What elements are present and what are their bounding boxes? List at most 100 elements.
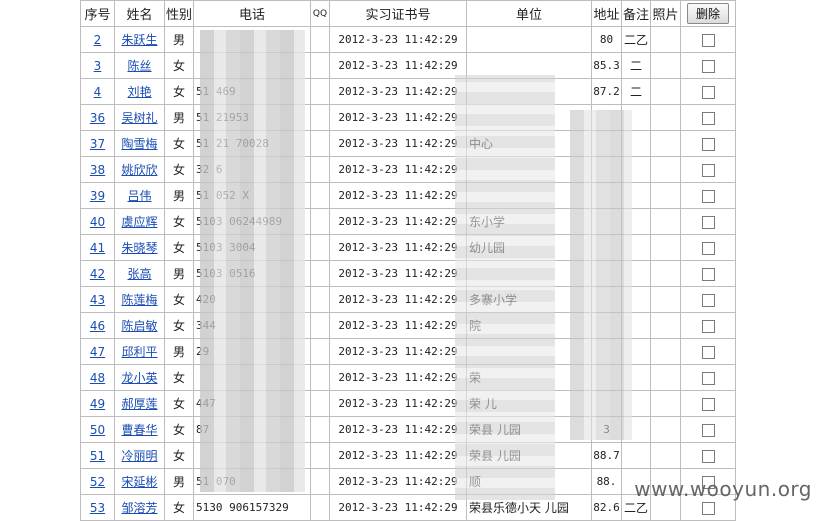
row-number-link[interactable]: 3 xyxy=(94,59,102,73)
gender-cell: 女 xyxy=(164,442,194,469)
row-number-cell: 42 xyxy=(80,260,115,287)
row-number-link[interactable]: 41 xyxy=(90,241,105,255)
qq-cell xyxy=(310,78,330,105)
delete-header-cell: 删除 xyxy=(680,0,736,27)
gender-cell: 女 xyxy=(164,234,194,261)
unit-blur-overlay xyxy=(455,75,555,500)
qq-cell xyxy=(310,156,330,183)
cert-cell: 2012-3-23 11:42:29 xyxy=(329,78,467,105)
name-link[interactable]: 龙小英 xyxy=(121,371,157,385)
select-cell xyxy=(680,442,736,469)
name-link[interactable]: 冷丽明 xyxy=(121,449,157,463)
row-select-checkbox[interactable] xyxy=(701,163,715,177)
name-link[interactable]: 陈启敏 xyxy=(121,319,157,333)
row-number-link[interactable]: 2 xyxy=(94,33,102,47)
name-link[interactable]: 刘艳 xyxy=(127,85,151,99)
delete-button[interactable]: 删除 xyxy=(686,3,729,24)
row-select-checkbox[interactable] xyxy=(701,215,715,229)
table-body: 2 朱跃生男 2012-3-23 11:42:29 80 二乙 3 陈丝女 2012-3-23… xyxy=(80,26,736,521)
row-select-checkbox[interactable] xyxy=(701,189,715,203)
name-link[interactable]: 朱晓琴 xyxy=(121,241,157,255)
gender-cell: 男 xyxy=(164,338,194,365)
name-link[interactable]: 邱利平 xyxy=(121,345,157,359)
table-row: 4刘艳女51 4692012-3-23 11:42:2987.2二 xyxy=(80,78,736,105)
row-select-checkbox[interactable] xyxy=(701,345,715,359)
name-link[interactable]: 宋延彬 xyxy=(121,475,157,489)
row-number-link[interactable]: 49 xyxy=(90,397,105,411)
row-select-checkbox[interactable] xyxy=(701,423,715,437)
row-select-checkbox[interactable] xyxy=(701,371,715,385)
row-select-checkbox[interactable] xyxy=(701,293,715,307)
row-number-link[interactable]: 46 xyxy=(90,319,105,333)
row-number-cell: 49 xyxy=(80,390,115,417)
col-header-addr: 地址 xyxy=(591,0,622,27)
name-cell: 陶雪梅 xyxy=(114,130,165,157)
cert-cell: 2012-3-23 11:42:29 xyxy=(329,52,467,79)
name-cell: 冷丽明 xyxy=(114,442,165,469)
name-link[interactable]: 吕伟 xyxy=(127,189,151,203)
qq-cell xyxy=(310,390,330,417)
row-select-checkbox[interactable] xyxy=(701,33,715,47)
name-cell: 陈莲梅 xyxy=(114,286,165,313)
row-number-link[interactable]: 39 xyxy=(90,189,105,203)
photo-cell xyxy=(650,312,681,339)
name-link[interactable]: 郝厚莲 xyxy=(121,397,157,411)
row-number-cell: 2 xyxy=(80,26,115,53)
row-number-link[interactable]: 40 xyxy=(90,215,105,229)
row-number-link[interactable]: 4 xyxy=(94,85,102,99)
select-cell xyxy=(680,286,736,313)
row-number-link[interactable]: 36 xyxy=(90,111,105,125)
name-link[interactable]: 陶雪梅 xyxy=(121,137,157,151)
row-number-link[interactable]: 51 xyxy=(90,449,105,463)
row-number-link[interactable]: 50 xyxy=(90,423,105,437)
name-link[interactable]: 张高 xyxy=(127,267,151,281)
row-number-link[interactable]: 38 xyxy=(90,163,105,177)
row-select-checkbox[interactable] xyxy=(701,137,715,151)
row-number-link[interactable]: 42 xyxy=(90,267,105,281)
col-header-qq: QQ xyxy=(310,0,330,27)
row-select-checkbox[interactable] xyxy=(701,241,715,255)
photo-cell xyxy=(650,338,681,365)
photo-cell xyxy=(650,156,681,183)
cert-cell: 2012-3-23 11:42:29 xyxy=(329,312,467,339)
row-select-checkbox[interactable] xyxy=(701,449,715,463)
row-select-checkbox[interactable] xyxy=(701,111,715,125)
name-link[interactable]: 姚欣欣 xyxy=(121,163,157,177)
cert-cell: 2012-3-23 11:42:29 xyxy=(329,390,467,417)
row-select-checkbox[interactable] xyxy=(701,501,715,515)
name-link[interactable]: 朱跃生 xyxy=(121,33,157,47)
row-number-link[interactable]: 43 xyxy=(90,293,105,307)
name-link[interactable]: 邹溶芳 xyxy=(121,501,157,515)
row-select-checkbox[interactable] xyxy=(701,267,715,281)
row-number-cell: 53 xyxy=(80,494,115,521)
phone-cell: 5130 906157329 xyxy=(193,494,311,521)
row-number-cell: 43 xyxy=(80,286,115,313)
gender-cell: 男 xyxy=(164,104,194,131)
name-link[interactable]: 陈莲梅 xyxy=(121,293,157,307)
row-number-link[interactable]: 52 xyxy=(90,475,105,489)
name-link[interactable]: 虞应辉 xyxy=(121,215,157,229)
photo-cell xyxy=(650,52,681,79)
name-link[interactable]: 吴树礼 xyxy=(121,111,157,125)
table-row: 37陶雪梅女51 21 700282012-3-23 11:42:29中心 xyxy=(80,130,736,157)
table-row: 41朱晓琴女5103 30042012-3-23 11:42:29幼儿园 xyxy=(80,234,736,261)
select-cell xyxy=(680,260,736,287)
qq-cell xyxy=(310,260,330,287)
cert-cell: 2012-3-23 11:42:29 xyxy=(329,182,467,209)
row-number-link[interactable]: 47 xyxy=(90,345,105,359)
row-select-checkbox[interactable] xyxy=(701,85,715,99)
addr-cell: 88. xyxy=(591,468,622,495)
select-cell xyxy=(680,182,736,209)
name-link[interactable]: 陈丝 xyxy=(127,59,151,73)
name-link[interactable]: 曹春华 xyxy=(121,423,157,437)
row-select-checkbox[interactable] xyxy=(701,397,715,411)
row-number-link[interactable]: 37 xyxy=(90,137,105,151)
photo-cell xyxy=(650,208,681,235)
name-cell: 龙小英 xyxy=(114,364,165,391)
qq-cell xyxy=(310,364,330,391)
row-number-link[interactable]: 53 xyxy=(90,501,105,515)
row-select-checkbox[interactable] xyxy=(701,59,715,73)
row-select-checkbox[interactable] xyxy=(701,319,715,333)
select-cell xyxy=(680,208,736,235)
row-number-link[interactable]: 48 xyxy=(90,371,105,385)
